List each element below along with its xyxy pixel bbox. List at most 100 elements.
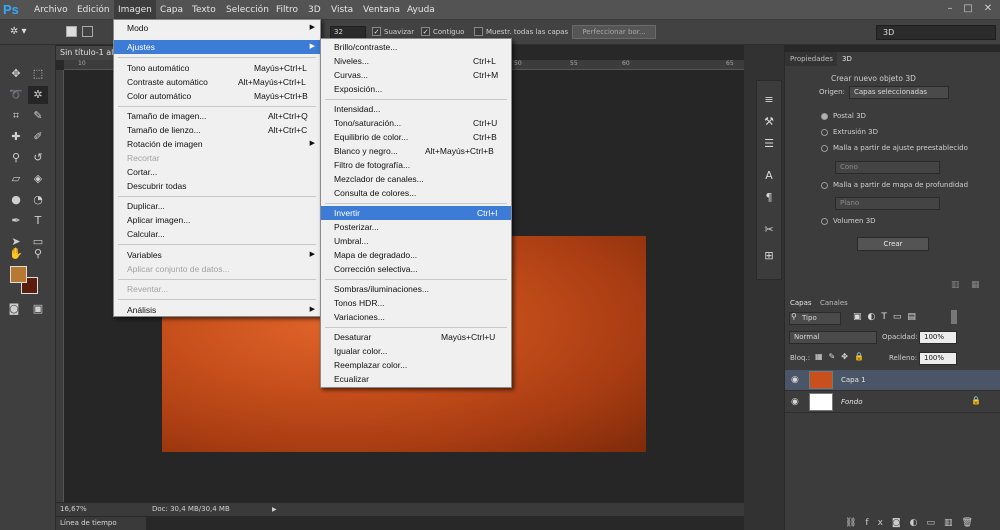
eye-icon[interactable]: ◉ — [791, 397, 801, 407]
layer-row-fondo[interactable]: ◉ Fondo 🔒 — [785, 392, 1000, 413]
layer-actions-icons[interactable]: ⛓fx◙◐▭▥🗑 — [845, 518, 982, 528]
menu-item-mezclador[interactable]: Mezclador de canales... — [321, 172, 511, 186]
tab-propiedades[interactable]: Propiedades — [785, 52, 838, 66]
menu-item-filtro-foto[interactable]: Filtro de fotografía... — [321, 158, 511, 172]
brush-tool-icon[interactable]: ✐ — [28, 128, 48, 146]
menu-item-analisis[interactable]: Análisis ▶ — [114, 303, 320, 317]
menu-texto[interactable]: Texto — [192, 0, 216, 20]
contiguo-checkbox[interactable]: ✓ — [421, 27, 430, 36]
healing-tool-icon[interactable]: ✚ — [6, 128, 26, 146]
menu-item-intensidad[interactable]: Intensidad... — [321, 102, 511, 116]
menu-item-contraste-auto[interactable]: Contraste automático Alt+Mayús+Ctrl+L — [114, 75, 320, 89]
menu-item-equilibrio[interactable]: Equilibrio de color... Ctrl+B — [321, 130, 511, 144]
menu-item-sombras[interactable]: Sombras/iluminaciones... — [321, 282, 511, 296]
menu-filtro[interactable]: Filtro — [276, 0, 298, 20]
minimize-icon[interactable]: – — [944, 3, 956, 15]
magic-wand-icon[interactable]: ✲ ▾ — [10, 25, 38, 39]
menu-item-tamano-lienzo[interactable]: Tamaño de lienzo... Alt+Ctrl+C — [114, 123, 320, 137]
menu-item-desaturar[interactable]: Desaturar Mayús+Ctrl+U — [321, 330, 511, 344]
menu-item-duplicar[interactable]: Duplicar... — [114, 199, 320, 213]
menu-item-niveles[interactable]: Niveles... Ctrl+L — [321, 54, 511, 68]
radio-volume-3d[interactable] — [821, 218, 828, 225]
zoom-level[interactable]: 16,67% — [60, 503, 87, 516]
menu-item-calcular[interactable]: Calcular... — [114, 227, 320, 241]
menu-ayuda[interactable]: Ayuda — [407, 0, 435, 20]
menu-item-tamano-imagen[interactable]: Tamaño de imagen... Alt+Ctrl+Q — [114, 109, 320, 123]
menu-item-correccion[interactable]: Corrección selectiva... — [321, 262, 511, 276]
zoom-tool-icon[interactable]: ⚲ — [28, 245, 48, 263]
layer-row-capa-1[interactable]: ◉ Capa 1 — [785, 370, 1000, 391]
menu-item-degradado[interactable]: Mapa de degradado... — [321, 248, 511, 262]
preset-select[interactable]: Cono — [835, 161, 940, 174]
trash-icon[interactable]: ▥ — [951, 280, 960, 290]
menu-item-invertir[interactable]: Invertir Ctrl+I — [321, 206, 511, 220]
menu-item-modo[interactable]: Modo ▶ — [114, 21, 320, 35]
history-brush-icon[interactable]: ↺ — [28, 149, 48, 167]
menu-vista[interactable]: Vista — [331, 0, 353, 20]
menu-item-rotacion[interactable]: Rotación de imagen ▶ — [114, 137, 320, 151]
tools-preset-icon[interactable]: ✂ — [760, 221, 778, 239]
menu-3d[interactable]: 3D — [308, 0, 321, 20]
radio-extrusion-3d[interactable] — [821, 129, 828, 136]
swatches-icon[interactable]: ⊞ — [760, 247, 778, 265]
menu-item-variables[interactable]: Variables ▶ — [114, 248, 320, 262]
radio-mesh-preset[interactable] — [821, 145, 828, 152]
tab-capas[interactable]: Capas — [785, 296, 817, 310]
refine-edge-button[interactable]: Perfeccionar bor... — [572, 25, 656, 39]
marquee-tool-icon[interactable]: ⬚ — [28, 65, 48, 83]
quick-mask-icon[interactable]: ◙ — [4, 300, 24, 318]
tab-3d[interactable]: 3D — [837, 52, 857, 66]
move-tool-icon[interactable]: ✥ — [6, 65, 26, 83]
maximize-icon[interactable]: □ — [962, 3, 974, 15]
magic-wand-tool-icon[interactable]: ✲ — [28, 86, 48, 104]
hand-tool-icon-3[interactable]: ✋ — [6, 245, 26, 263]
menu-item-posterizar[interactable]: Posterizar... — [321, 220, 511, 234]
radio-postal-3d[interactable] — [821, 113, 828, 120]
menu-seleccion[interactable]: Selección — [226, 0, 269, 20]
add-selection-icon[interactable] — [82, 26, 93, 37]
blend-mode-select[interactable]: Normal — [789, 331, 877, 344]
depth-select[interactable]: Plano — [835, 197, 940, 210]
menu-item-umbral[interactable]: Umbral... — [321, 234, 511, 248]
timeline-tab[interactable]: Línea de tiempo — [56, 517, 146, 530]
menu-item-ecualizar[interactable]: Ecualizar — [321, 372, 511, 386]
filter-toggle[interactable] — [951, 310, 957, 324]
document-tab[interactable]: Sin título-1 al — [56, 46, 116, 60]
menu-archivo[interactable]: Archivo — [34, 0, 68, 20]
adjustments-icon[interactable]: ☰ — [760, 135, 778, 153]
status-arrow-icon[interactable]: ▶ — [272, 503, 277, 516]
menu-item-ajustes[interactable]: Ajustes ▶ — [114, 40, 320, 54]
eyedropper-tool-icon[interactable]: ✎ — [28, 107, 48, 125]
stamp-tool-icon[interactable]: ⚲ — [6, 149, 26, 167]
origin-select[interactable]: Capas seleccionadas — [849, 86, 949, 99]
type-tool-icon[interactable]: T — [28, 212, 48, 230]
menu-item-tonos-hdr[interactable]: Tonos HDR... — [321, 296, 511, 310]
lock-icons[interactable]: ▦✎✥🔒 — [815, 352, 870, 361]
filter-icons[interactable]: ▣◐T▭▤ — [853, 312, 922, 322]
opacity-input[interactable]: 100% — [919, 331, 957, 344]
crop-tool-icon[interactable]: ⌗ — [6, 107, 26, 125]
character-icon[interactable]: A — [760, 167, 778, 185]
menu-item-exposicion[interactable]: Exposición... — [321, 82, 511, 96]
eraser-tool-icon[interactable]: ▱ — [6, 170, 26, 188]
menu-item-reemplazar[interactable]: Reemplazar color... — [321, 358, 511, 372]
suavizar-checkbox[interactable]: ✓ — [372, 27, 381, 36]
screen-mode-icon[interactable]: ▣ — [28, 300, 48, 318]
menu-item-igualar[interactable]: Igualar color... — [321, 344, 511, 358]
foreground-color-swatch[interactable] — [10, 266, 27, 283]
pen-tool-icon[interactable]: ✒ — [6, 212, 26, 230]
lasso-tool-icon[interactable]: ➰ — [6, 86, 26, 104]
menu-item-variaciones[interactable]: Variaciones... — [321, 310, 511, 324]
menu-item-consulta[interactable]: Consulta de colores... — [321, 186, 511, 200]
render-icon[interactable]: ▦ — [971, 280, 980, 290]
history-icon[interactable]: ≡ — [760, 91, 778, 109]
fill-input[interactable]: 100% — [919, 352, 957, 365]
muestrear-checkbox[interactable] — [474, 27, 483, 36]
menu-item-color-auto[interactable]: Color automático Mayús+Ctrl+B — [114, 89, 320, 103]
eye-icon[interactable]: ◉ — [791, 375, 801, 385]
blur-tool-icon[interactable]: ● — [6, 191, 26, 209]
menu-item-aplicar-imagen[interactable]: Aplicar imagen... — [114, 213, 320, 227]
create-button[interactable]: Crear — [857, 237, 929, 251]
paint-bucket-icon[interactable]: ◈ — [28, 170, 48, 188]
workspace-select[interactable]: 3D — [876, 25, 996, 40]
